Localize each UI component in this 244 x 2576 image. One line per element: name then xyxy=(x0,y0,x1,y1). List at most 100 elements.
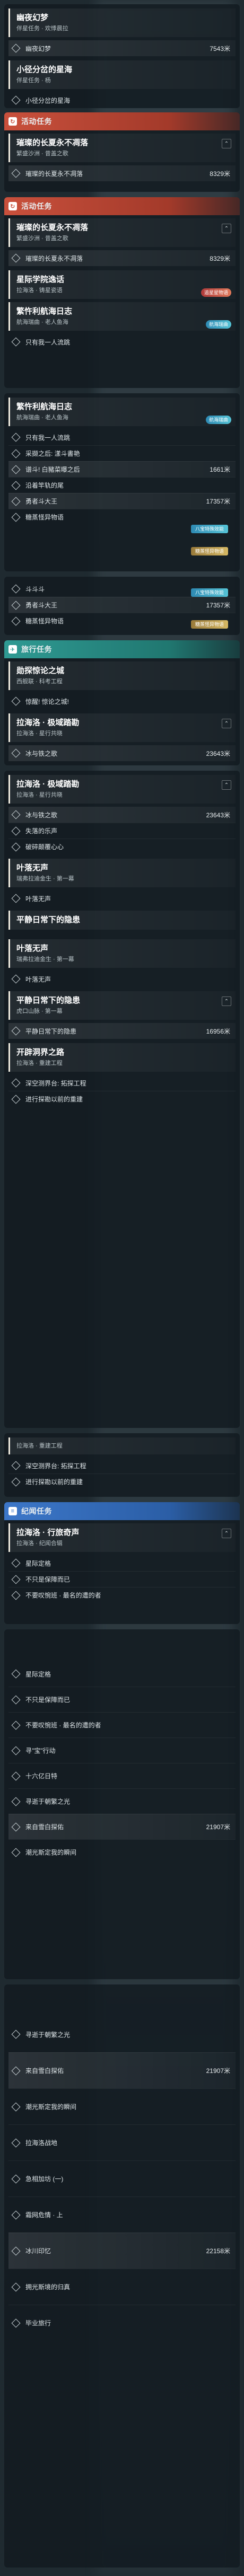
objective-item[interactable]: 小径分岔的星海 xyxy=(8,92,236,108)
collapse-icon[interactable]: ⌃ xyxy=(222,780,231,790)
objective-item[interactable]: 深空测界台: 拓探工程 xyxy=(8,1458,236,1474)
objective-distance: 21907米 xyxy=(206,2067,230,2075)
objective-item[interactable]: 沿着竿轨的尾 xyxy=(8,477,236,493)
section-header-activity[interactable]: ↻ 活动任务 xyxy=(4,197,240,215)
objective-item[interactable]: 惊醒! 惊论之城! xyxy=(8,693,236,709)
collapse-icon[interactable]: ⌃ xyxy=(222,224,231,233)
objective-item[interactable]: 深空测界台: 拓探工程 xyxy=(8,1075,236,1091)
objective-item[interactable]: 不只是保障而已 xyxy=(8,1571,236,1587)
quest-card[interactable]: 小径分岔的星海 伴星任务 · 杨 xyxy=(8,60,236,89)
objective-item[interactable]: 璀璨的长夏永不凋落 8329米 xyxy=(8,165,236,181)
objective-item[interactable]: 潮光斯定我的瞬间 xyxy=(8,2088,236,2124)
quest-card[interactable]: 繁忤利航海日志 航海瑞曲 · 老人鱼海 航海瑞曲 xyxy=(8,398,236,426)
objective-checkbox-icon xyxy=(11,465,21,474)
objective-text: 幽夜幻梦 xyxy=(25,45,51,52)
quest-title: 拉海洛 · 行旅奇声 xyxy=(16,1528,80,1537)
objective-checkbox-icon xyxy=(11,696,21,706)
quest-card[interactable]: 拉海洛 · 行旅奇声 拉海洛 · 纪闻合辑 ⌃ xyxy=(8,1523,236,1552)
objective-item[interactable]: 糖蒸怪异物语 xyxy=(8,509,236,525)
objective-text: 惊醒! 惊论之城! xyxy=(25,698,69,705)
objective-item[interactable]: 毕业旅行 xyxy=(8,2305,236,2341)
objective-item[interactable]: 不要叹惋班 · 最名的遭的者 xyxy=(8,1587,236,1603)
quest-card[interactable]: 拉海洛 · 极域踏勘 拉海洛 · 星行共晓 ⌃ xyxy=(8,775,236,804)
objective-item[interactable]: 勇者斗大王 17357米 xyxy=(8,597,236,613)
section-header-records[interactable]: ≡ 纪闻任务 xyxy=(4,1502,240,1520)
quest-card[interactable]: 幽夜幻梦 伴星任务 · 欢悸晨拉 xyxy=(8,8,236,37)
objective-item[interactable]: 谱斗! 白豬菜曝之后 1661米 xyxy=(8,461,236,477)
objective-item[interactable]: 勇者斗大王 17357米 xyxy=(8,493,236,509)
objective-item[interactable]: 不只是保障而已 xyxy=(8,1687,236,1712)
quest-card[interactable]: 勋探惊论之城 西舰联 · 科考工程 xyxy=(8,661,236,690)
objective-distance: 22158米 xyxy=(206,2247,230,2255)
objective-text: 平静日常下的隐患 xyxy=(25,1027,77,1035)
quest-subtitle: 伴星任务 · 欢悸晨拉 xyxy=(16,25,68,32)
objective-item[interactable]: 来自雪白探佑 21907米 xyxy=(8,2052,236,2088)
objective-text: 只有我一人流跳 xyxy=(25,434,71,442)
objective-item[interactable]: 霜网危情 · 上 xyxy=(8,2196,236,2233)
objective-item[interactable]: 叶落无声 xyxy=(8,971,236,987)
objective-item[interactable]: 幽夜幻梦 7543米 xyxy=(8,40,236,56)
quest-card[interactable]: 叶落无声 瑞弗拉迪金生 · 第一幕 xyxy=(8,859,236,887)
objective-checkbox-icon xyxy=(11,1461,21,1470)
objective-item[interactable]: 不要叹惋班 · 最名的遭的者 xyxy=(8,1712,236,1737)
objective-checkbox-icon xyxy=(11,2138,21,2147)
quest-card[interactable]: 拉海洛 · 极域踏勘 拉海洛 · 星行共晓 ⌃ xyxy=(8,713,236,742)
quest-title: 星际学院逸话 xyxy=(16,275,65,284)
objective-item[interactable]: 进行探勘以前的重建 xyxy=(8,1474,236,1489)
objective-checkbox-icon xyxy=(11,601,21,610)
objective-distance: 23643米 xyxy=(206,811,230,819)
objective-text: 冰川印忆 xyxy=(25,2247,51,2255)
objective-item[interactable]: 进行探勘以前的重建 xyxy=(8,1091,236,1107)
objective-item[interactable]: 寻逝于朝繁之光 xyxy=(8,1788,236,1814)
collapse-icon[interactable]: ⌃ xyxy=(222,1529,231,1538)
objective-list: 冰与铁之歌 23643米 xyxy=(8,745,236,761)
objective-item[interactable]: 寻"宝"行动 xyxy=(8,1737,236,1763)
quest-card[interactable]: 璀璨的长夏永不凋落 繁盛沙洲 · 昔盖之歌 ⌃ xyxy=(8,218,236,247)
objective-text: 拥光斯境的归真 xyxy=(25,2283,71,2291)
quest-card[interactable]: 平静日常下的隐患 xyxy=(8,911,236,930)
collapse-icon[interactable]: ⌃ xyxy=(222,139,231,148)
objective-item[interactable]: 拥光斯境的归真 xyxy=(8,2269,236,2305)
objective-checkbox-icon xyxy=(11,337,21,347)
objective-item[interactable]: 星际定格 xyxy=(8,1555,236,1571)
objective-item[interactable]: 来自雪白探佑 21907米 xyxy=(8,1814,236,1839)
objective-text: 沿着竿轨的尾 xyxy=(25,482,64,489)
quest-subtitle: 航海瑞曲 · 老人鱼海 xyxy=(16,414,68,421)
quest-title: 勋探惊论之城 xyxy=(16,666,65,675)
objective-item[interactable]: 失落的乐声 xyxy=(8,823,236,839)
objective-item[interactable]: 冰与铁之歌 23643米 xyxy=(8,745,236,761)
objective-item[interactable]: 只有我一人流跳 xyxy=(8,334,236,350)
objective-text: 星际定格 xyxy=(25,1670,51,1678)
quest-card[interactable]: 平静日常下的隐患 虎口山脉 · 第一幕 ⌃ xyxy=(8,991,236,1020)
section-header-travel[interactable]: ✈ 旅行任务 xyxy=(4,640,240,658)
objective-item[interactable]: 拉海洛战地 xyxy=(8,2124,236,2160)
objective-item[interactable]: 急相加坊 (一) xyxy=(8,2160,236,2196)
objective-text: 深空测界台: 拓探工程 xyxy=(25,1079,86,1087)
activity-icon: ↻ xyxy=(8,117,17,126)
objective-item[interactable]: 冰与铁之歌 23643米 xyxy=(8,807,236,823)
objective-item[interactable]: 星际定格 xyxy=(8,1661,236,1687)
objective-item[interactable]: 十六亿日特 xyxy=(8,1763,236,1788)
quest-title: 开辟洞界之路 xyxy=(16,1048,65,1057)
quest-card[interactable]: 开辟洞界之路 拉海洛 · 重建工程 xyxy=(8,1043,236,1072)
quest-card[interactable]: 繁忤利航海日志 航海瑞曲 · 老人鱼海 航海瑞曲 xyxy=(8,302,236,331)
objective-checkbox-icon xyxy=(11,1822,21,1831)
quest-card[interactable]: 叶落无声 瑞弗拉迪金生 · 第一幕 xyxy=(8,939,236,968)
objective-checkbox-icon xyxy=(11,1797,21,1806)
objective-item[interactable]: 平静日常下的隐患 16956米 xyxy=(8,1023,236,1039)
objective-item[interactable]: 潮光斯定我的瞬间 xyxy=(8,1839,236,1865)
quest-card[interactable]: 璀璨的长夏永不凋落 繁盛沙洲 · 昔盖之歌 ⌃ xyxy=(8,134,236,162)
objective-item[interactable]: 寻逝于朝繁之光 xyxy=(8,2016,236,2052)
objective-item[interactable]: 采撷之后: 漾斗書艳 xyxy=(8,445,236,461)
collapse-icon[interactable]: ⌃ xyxy=(222,996,231,1006)
quest-card[interactable]: 拉海洛 · 重建工程 xyxy=(8,1437,236,1454)
objective-item[interactable]: 冰川印忆 22158米 xyxy=(8,2233,236,2269)
objective-item[interactable]: 叶落无声 xyxy=(8,890,236,906)
collapse-icon[interactable]: ⌃ xyxy=(222,719,231,728)
section-header-activity[interactable]: ↻ 活动任务 xyxy=(4,112,240,130)
objective-item[interactable]: 只有我一人流跳 xyxy=(8,429,236,445)
objective-item[interactable]: 破碎颠覆心心 xyxy=(8,839,236,854)
objective-list: 寻逝于朝繁之光 来自雪白探佑 21907米 潮光斯定我的瞬间 拉海洛战地 急相加坊… xyxy=(8,2016,236,2341)
objective-item[interactable]: 璀璨的长夏永不凋落 8329米 xyxy=(8,250,236,266)
quest-card[interactable]: 星际学院逸话 拉海洛 · 铸星瓷语 追星星物语 xyxy=(8,270,236,299)
